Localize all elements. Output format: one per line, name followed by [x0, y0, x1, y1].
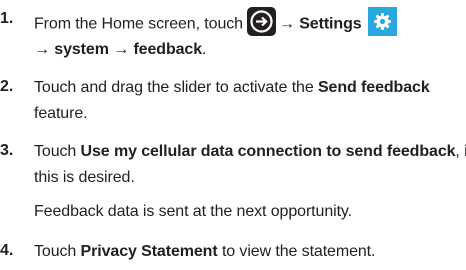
step-4-text-post: to view the statement.	[217, 243, 376, 260]
step-1-text: From the Home screen, touch	[34, 15, 243, 33]
step-3-cellular-label: Use my cellular data connection to send …	[80, 143, 456, 160]
step-1-arrow-3: →	[113, 41, 130, 58]
step-3-text-cont: this is desired.	[34, 169, 135, 186]
step-4-text: Touch	[34, 243, 81, 260]
step-3-note-text: Feedback data is sent at the next opport…	[34, 203, 352, 220]
arrow-circle-icon	[246, 7, 276, 36]
step-1-system-label: system	[54, 41, 109, 58]
step-3-line-1: Touch Use my cellular data connection to…	[34, 142, 466, 162]
step-1-feedback-label: feedback	[133, 41, 203, 58]
step-1-arrow-1: →	[278, 15, 295, 33]
step-4-number: 4.	[0, 242, 14, 259]
step-1-number: 1.	[0, 10, 14, 27]
step-2-line-2: feature.	[34, 104, 88, 124]
step-1-period: .	[202, 41, 207, 58]
step-1-settings-label: Settings	[299, 15, 362, 33]
step-3-line-2: this is desired.	[34, 168, 135, 188]
step-2-text-cont: feature.	[34, 105, 88, 122]
step-2-text: Touch and drag the slider to activate th…	[34, 79, 318, 96]
step-2-send-feedback-label: Send feedback	[317, 79, 430, 96]
step-4-line-1: Touch Privacy Statement to view the stat…	[34, 242, 375, 262]
step-1-line-1: From the Home screen, touch → Settings	[34, 7, 397, 39]
step-1-arrow-2: →	[34, 41, 50, 58]
step-1-line-2: → system → feedback.	[34, 40, 206, 60]
step-3-text-post: , if	[455, 143, 466, 160]
step-3-text: Touch	[34, 143, 81, 160]
step-4-privacy-label: Privacy Statement	[80, 243, 218, 260]
step-3-note: Feedback data is sent at the next opport…	[34, 202, 352, 222]
step-2-line-1: Touch and drag the slider to activate th…	[34, 78, 430, 98]
step-3-number: 3.	[0, 142, 14, 159]
settings-gear-icon	[367, 7, 397, 36]
step-2-number: 2.	[0, 78, 14, 95]
